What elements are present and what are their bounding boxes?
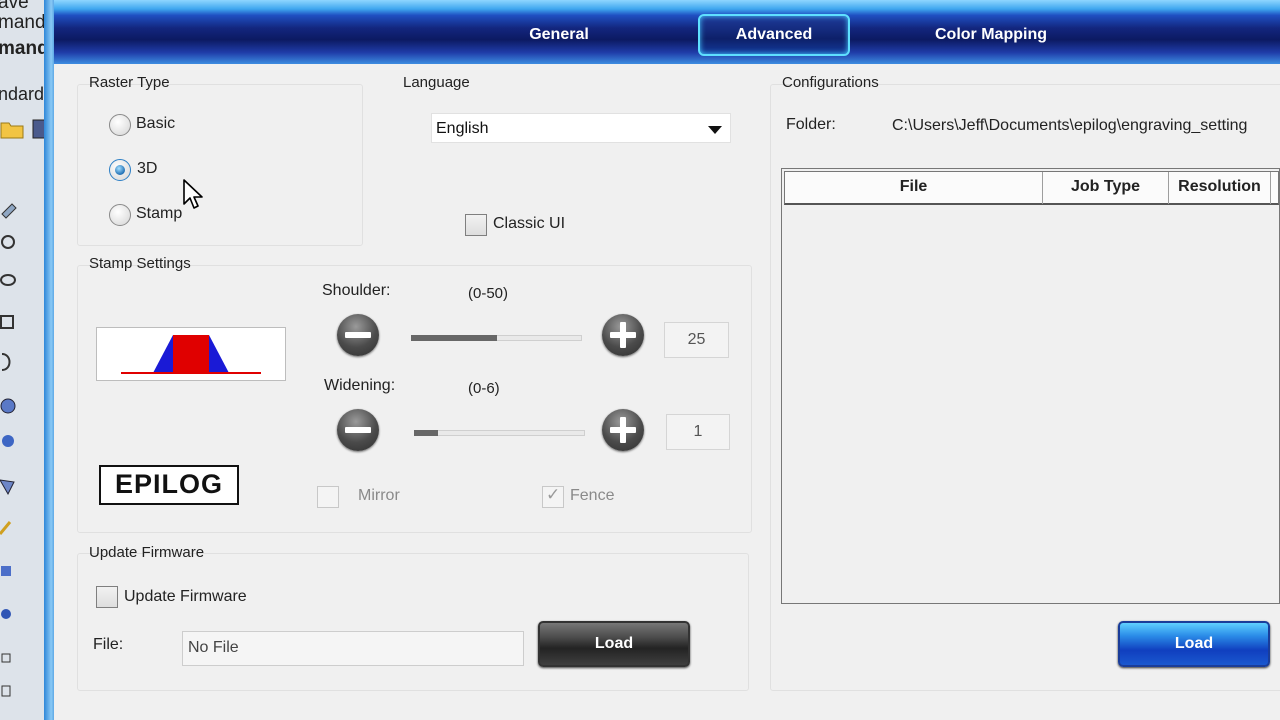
- tab-advanced[interactable]: Advanced: [698, 14, 850, 56]
- shoulder-label: Shoulder:: [322, 282, 391, 299]
- tool-icon: [1, 203, 17, 219]
- radio-stamp-label[interactable]: Stamp: [136, 205, 182, 223]
- configurations-title: Configurations: [782, 74, 879, 91]
- widening-slider[interactable]: [414, 429, 585, 437]
- stamp-settings-title: Stamp Settings: [89, 255, 191, 272]
- radio-basic[interactable]: [109, 114, 131, 136]
- widening-slider-track: [414, 430, 585, 436]
- widening-slider-fill: [414, 430, 438, 436]
- shoulder-slider[interactable]: [411, 334, 582, 342]
- fence-checkbox[interactable]: ✓: [542, 485, 564, 508]
- classic-ui-checkbox[interactable]: [465, 214, 487, 236]
- advanced-panel: Raster Type Basic 3D Stamp Language Engl…: [54, 64, 1280, 720]
- shoulder-value[interactable]: 25: [664, 322, 729, 358]
- language-select-value: English: [436, 120, 489, 137]
- epilog-driver-window: ave mand mand ndard General Advanced Col…: [0, 0, 1280, 720]
- column-header-job-type[interactable]: Job Type: [1043, 172, 1169, 204]
- column-header-resolution[interactable]: Resolution: [1169, 172, 1271, 204]
- checkmark-icon: ✓: [546, 485, 561, 504]
- firmware-file-label: File:: [93, 636, 124, 653]
- tool-icon: [0, 479, 15, 496]
- chevron-down-icon[interactable]: [708, 126, 722, 134]
- mirror-label[interactable]: Mirror: [358, 487, 400, 505]
- update-firmware-title: Update Firmware: [89, 544, 205, 561]
- background-text: ndard: [0, 84, 45, 104]
- tab-general[interactable]: General: [494, 14, 624, 56]
- firmware-file-field[interactable]: No File: [182, 631, 524, 666]
- shoulder-slider-fill: [411, 335, 497, 341]
- tool-icon: [1, 566, 11, 576]
- tool-icon: [2, 435, 14, 447]
- tool-icon: [0, 274, 16, 286]
- widening-decrease-button[interactable]: [337, 409, 379, 451]
- firmware-load-button[interactable]: Load: [538, 621, 690, 667]
- update-firmware-checkbox[interactable]: [96, 586, 118, 608]
- mirror-checkbox[interactable]: [317, 486, 339, 508]
- language-select[interactable]: English: [431, 113, 731, 143]
- widening-increase-button[interactable]: [602, 409, 644, 451]
- language-title: Language: [403, 74, 470, 91]
- epilog-logo: EPILOG: [99, 465, 239, 505]
- shoulder-increase-button[interactable]: [602, 314, 644, 356]
- table-header: File Job Type Resolution: [784, 171, 1279, 205]
- stamp-profile-preview: [96, 327, 286, 381]
- tool-icon: [1, 653, 11, 663]
- widening-label: Widening:: [324, 377, 396, 394]
- widening-value[interactable]: 1: [666, 414, 730, 450]
- stamp-profile-graphic: [121, 328, 261, 376]
- shoulder-range: (0-50): [468, 285, 509, 302]
- shoulder-decrease-button[interactable]: [337, 314, 379, 356]
- update-firmware-label[interactable]: Update Firmware: [124, 588, 247, 606]
- radio-3d[interactable]: [109, 159, 131, 181]
- tool-icon: [0, 521, 12, 535]
- column-header-file[interactable]: File: [785, 172, 1043, 204]
- tool-icon: [1, 685, 11, 697]
- background-app-strip: ave mand mand ndard: [0, 0, 46, 720]
- radio-stamp[interactable]: [109, 204, 131, 226]
- classic-ui-label[interactable]: Classic UI: [493, 215, 565, 233]
- folder-icon: [0, 122, 24, 139]
- tool-icon: [0, 315, 14, 329]
- radio-3d-label[interactable]: 3D: [137, 160, 157, 178]
- background-text: mand: [0, 38, 46, 59]
- tab-color-mapping[interactable]: Color Mapping: [914, 14, 1068, 56]
- widening-range: (0-6): [468, 380, 500, 397]
- folder-path[interactable]: C:\Users\Jeff\Documents\epilog\engraving…: [890, 108, 1280, 146]
- background-text: mand: [0, 12, 46, 33]
- tool-icon: [1, 353, 11, 371]
- configurations-load-button[interactable]: Load: [1118, 621, 1270, 667]
- mouse-cursor-icon: [183, 179, 203, 209]
- tab-bar: General Advanced Color Mapping: [54, 0, 1280, 64]
- folder-label: Folder:: [786, 116, 836, 133]
- fence-label[interactable]: Fence: [570, 487, 614, 505]
- tool-icon: [1, 609, 11, 619]
- tool-icon: [0, 398, 16, 414]
- raster-type-title: Raster Type: [89, 74, 170, 91]
- configurations-table[interactable]: File Job Type Resolution: [781, 168, 1280, 604]
- radio-basic-label[interactable]: Basic: [136, 115, 175, 133]
- tool-icon: [1, 235, 15, 249]
